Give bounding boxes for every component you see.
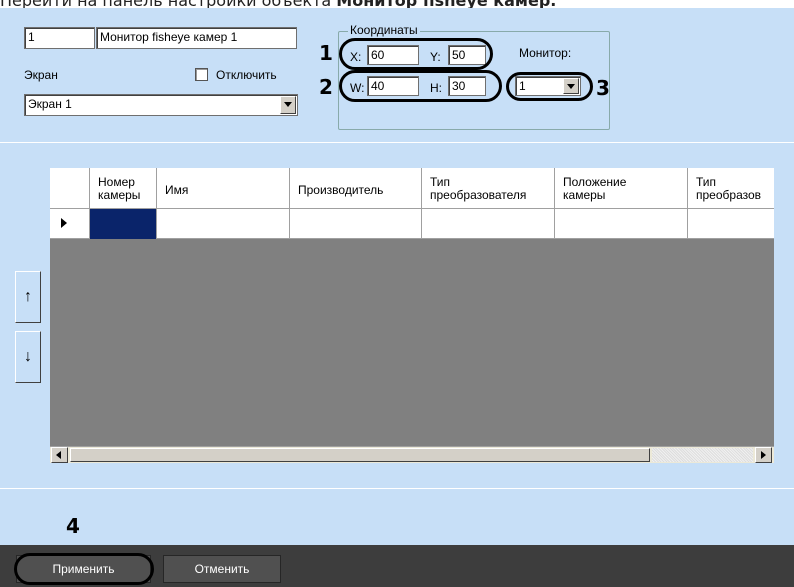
object-name-value: Монитор fisheye камер 1: [100, 30, 238, 44]
bottom-divider: [0, 488, 794, 489]
grid-header: Номер камеры Имя Производитель Тип преоб…: [50, 168, 774, 209]
cameras-grid[interactable]: Номер камеры Имя Производитель Тип преоб…: [50, 168, 774, 463]
column-label-line2: камеры: [563, 188, 606, 202]
settings-panel: 1 Монитор fisheye камер 1 Экран Отключит…: [0, 8, 794, 587]
marker-4: 4: [66, 514, 80, 538]
highlight-oval-xy: [339, 38, 493, 70]
marker-1: 1: [319, 41, 333, 65]
object-name-field[interactable]: Монитор fisheye камер 1: [96, 27, 297, 49]
column-label-line2: камеры: [98, 188, 141, 202]
scroll-track[interactable]: [652, 448, 753, 462]
column-camera-number[interactable]: Номер камеры: [90, 168, 157, 209]
column-label-line1: Производитель: [298, 183, 384, 197]
cell-camera-number[interactable]: [90, 209, 157, 239]
cell-converter-type-2[interactable]: [688, 209, 774, 239]
cell-manufacturer[interactable]: [290, 209, 422, 239]
row-header-corner: [50, 168, 90, 209]
cell-camera-position[interactable]: [555, 209, 688, 239]
column-label-line1: Имя: [165, 183, 189, 197]
scroll-right-icon[interactable]: [755, 447, 772, 463]
column-manufacturer[interactable]: Производитель: [290, 168, 422, 209]
marker-3: 3: [596, 76, 610, 100]
column-name[interactable]: Имя: [157, 168, 290, 209]
column-camera-position[interactable]: Положение камеры: [555, 168, 688, 209]
arrow-up-icon: ↑: [24, 288, 32, 305]
object-id-value: 1: [28, 30, 35, 44]
disable-checkbox[interactable]: [195, 68, 208, 81]
coordinates-title: Координаты: [348, 23, 420, 37]
table-row[interactable]: [50, 209, 774, 239]
scroll-thumb[interactable]: [70, 448, 650, 462]
marker-2: 2: [319, 75, 333, 99]
scroll-left-icon[interactable]: [51, 447, 68, 463]
highlight-oval-wh: [339, 70, 502, 102]
section-divider: [0, 142, 794, 143]
column-label-line2: преобразов: [696, 188, 762, 202]
move-up-button[interactable]: ↑: [15, 271, 41, 323]
horizontal-scrollbar[interactable]: [50, 446, 774, 463]
object-id-field[interactable]: 1: [24, 27, 95, 49]
row-pointer-icon: [61, 218, 67, 228]
cell-name[interactable]: [157, 209, 290, 239]
move-down-button[interactable]: ↓: [15, 331, 41, 383]
monitor-label: Монитор:: [519, 46, 572, 60]
column-label-line2: преобразователя: [430, 188, 527, 202]
screen-select[interactable]: Экран 1: [24, 94, 298, 116]
cell-converter-type[interactable]: [422, 209, 555, 239]
highlight-oval-monitor: [506, 72, 593, 101]
cancel-button[interactable]: Отменить: [163, 555, 281, 583]
screen-dropdown-icon[interactable]: [280, 96, 296, 114]
disable-label: Отключить: [216, 68, 277, 82]
highlight-oval-apply: [14, 553, 154, 585]
arrow-down-icon: ↓: [24, 348, 32, 365]
screen-select-value: Экран 1: [28, 97, 72, 111]
row-selector[interactable]: [50, 209, 90, 239]
screen-label: Экран: [24, 68, 58, 82]
column-converter-type-2[interactable]: Тип преобразов: [688, 168, 774, 209]
column-converter-type[interactable]: Тип преобразователя: [422, 168, 555, 209]
